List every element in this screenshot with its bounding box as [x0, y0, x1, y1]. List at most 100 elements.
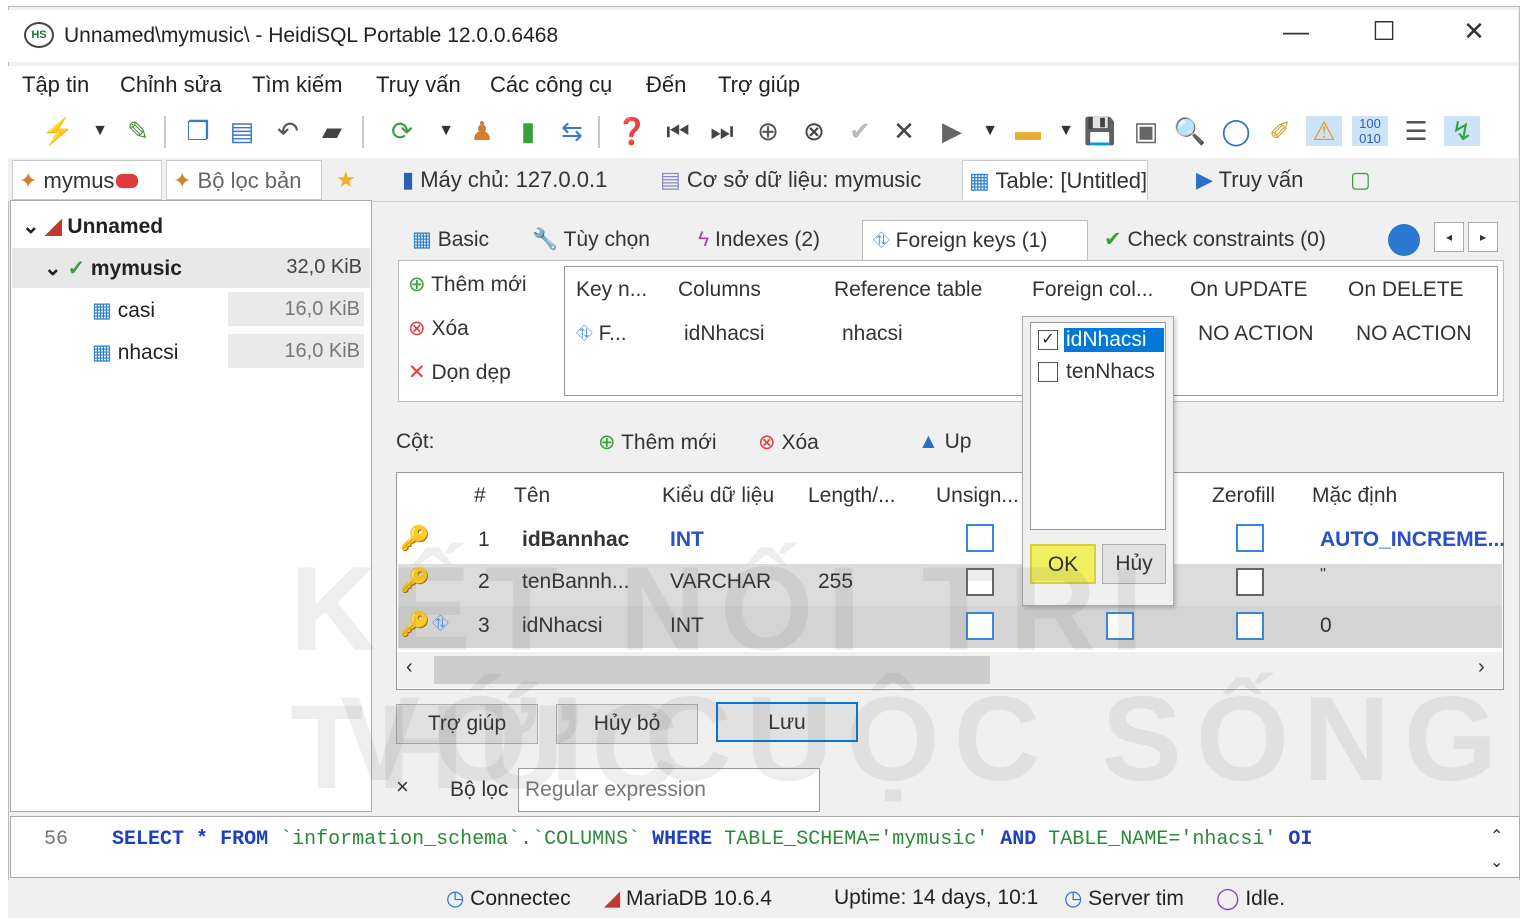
fk-delete-button[interactable]: ⊗ Xóa: [408, 316, 469, 341]
fk-header-on-delete[interactable]: On DELETE: [1348, 278, 1464, 302]
fk-clear-button[interactable]: ✕ Dọn dẹp: [408, 360, 511, 385]
tree-table-size: 16,0 KiB: [284, 298, 360, 320]
dropdown-icon[interactable]: ▼: [428, 116, 464, 146]
copy-icon[interactable]: ❐: [180, 116, 216, 146]
column-up-button[interactable]: ▲ Up: [918, 430, 971, 454]
remove-icon[interactable]: ⊗: [796, 116, 832, 146]
reconnect-icon[interactable]: ↯: [1444, 116, 1480, 146]
save-sql-icon[interactable]: ▣: [1128, 116, 1164, 146]
clear-icon[interactable]: ✐: [1262, 116, 1298, 146]
fk-add-button[interactable]: ⊕ Thêm mới: [408, 272, 527, 297]
fk-row-key[interactable]: ⛗ F...: [576, 322, 627, 346]
tab-table-filter[interactable]: ✦ Bộ lọc bản: [166, 160, 322, 200]
wrap-icon[interactable]: ☰: [1398, 116, 1434, 146]
menu-help[interactable]: Trợ giúp: [718, 72, 800, 98]
tree-db-mymusic[interactable]: ⌄ ✓ mymusic: [44, 256, 182, 281]
database-icon: ▤: [660, 167, 687, 192]
minimize-button[interactable]: —: [1276, 16, 1316, 47]
col-header-length[interactable]: Length/...: [808, 484, 896, 508]
connect-icon[interactable]: ⚡: [40, 116, 76, 146]
dropdown-icon[interactable]: ▼: [972, 116, 1008, 146]
fk-header-columns[interactable]: Columns: [678, 278, 761, 302]
subtab-check-constraints[interactable]: ✔ Check constraints (0): [1104, 220, 1326, 260]
subtab-foreign-keys[interactable]: ⛗ Foreign keys (1): [862, 220, 1088, 260]
tab-table[interactable]: ▦ Table: [Untitled]: [962, 160, 1149, 200]
fk-row-on-update[interactable]: NO ACTION: [1198, 322, 1314, 346]
help-icon[interactable]: ❓: [614, 116, 650, 146]
tab-scroll-right-icon[interactable]: ▸: [1468, 222, 1498, 252]
disconnect-icon[interactable]: ✎: [120, 116, 156, 146]
find-replace-icon[interactable]: ◯: [1218, 116, 1254, 146]
fk-row-on-delete[interactable]: NO ACTION: [1356, 322, 1472, 346]
fk-header-on-update[interactable]: On UPDATE: [1190, 278, 1307, 302]
menu-edit[interactable]: Chỉnh sửa: [120, 72, 222, 98]
users-icon[interactable]: ♟: [464, 116, 500, 146]
log-icon[interactable]: ⚠: [1306, 116, 1342, 146]
tree-table-casi[interactable]: ▦ casi: [92, 298, 155, 323]
tab-host[interactable]: ▮ Máy chủ: 127.0.0.1: [396, 160, 607, 200]
tab-database-tree[interactable]: ✦ mymus: [12, 160, 162, 200]
menu-file[interactable]: Tập tin: [22, 72, 89, 98]
apply-icon[interactable]: ✔: [842, 116, 878, 146]
menu-query[interactable]: Truy vấn: [376, 72, 461, 98]
subtab-indexes[interactable]: ϟ Indexes (2): [698, 220, 820, 260]
dropdown-icon[interactable]: ▼: [82, 116, 118, 146]
maximize-button[interactable]: ☐: [1364, 16, 1404, 47]
fk-header-reference[interactable]: Reference table: [834, 278, 982, 302]
close-button[interactable]: ✕: [1454, 16, 1494, 47]
column-delete-button[interactable]: ⊗ Xóa: [758, 430, 819, 455]
fk-header-key[interactable]: Key n...: [576, 278, 647, 302]
cancel-icon[interactable]: ✕: [886, 116, 922, 146]
tab-host-label: Máy chủ: 127.0.0.1: [420, 167, 608, 192]
import-icon[interactable]: ⇆: [554, 116, 590, 146]
folder-icon[interactable]: ▬: [1010, 116, 1046, 146]
col-header-unsigned[interactable]: Unsign...: [936, 484, 1019, 508]
menu-search[interactable]: Tìm kiếm: [252, 72, 342, 98]
col-header-num[interactable]: #: [474, 484, 486, 508]
menu-goto[interactable]: Đến: [646, 72, 686, 98]
option-idnhacsi[interactable]: idNhacsi: [1064, 328, 1164, 352]
fk-add-label: Thêm mới: [431, 273, 527, 296]
menu-tools[interactable]: Các công cụ: [490, 72, 612, 98]
new-query-tab-icon[interactable]: ▢: [1344, 160, 1371, 200]
last-icon[interactable]: ⏭: [704, 116, 740, 146]
close-tab-icon[interactable]: [116, 174, 139, 188]
export-icon[interactable]: ▮: [510, 116, 546, 146]
fk-row-reference[interactable]: nhacsi: [842, 322, 903, 346]
tree-root-unnamed[interactable]: ⌄ ◢ Unnamed: [22, 214, 163, 239]
subtab-basic[interactable]: ▦ Basic: [404, 220, 512, 260]
status-server-time-label: Server tim: [1088, 887, 1184, 910]
col-header-name[interactable]: Tên: [514, 484, 550, 508]
option-tennhacsi[interactable]: tenNhacs: [1066, 360, 1164, 384]
add-icon[interactable]: ⊕: [750, 116, 786, 146]
subtab-options[interactable]: 🔧 Tùy chọn: [526, 220, 650, 260]
dropdown-icon[interactable]: ▼: [1048, 116, 1084, 146]
tree-table-nhacsi[interactable]: ▦ nhacsi: [92, 340, 178, 365]
favorite-star-icon[interactable]: ★: [330, 160, 356, 200]
run-icon[interactable]: ▶: [934, 116, 970, 146]
find-icon[interactable]: 🔍: [1172, 116, 1208, 146]
binary-icon[interactable]: 100 010: [1352, 116, 1388, 146]
sql-statement[interactable]: SELECT * FROM `information_schema`.`COLU…: [112, 828, 1482, 851]
print-icon[interactable]: ▰: [314, 116, 350, 146]
refresh-icon[interactable]: ⟳: [384, 116, 420, 146]
tab-scroll-left-icon[interactable]: ◂: [1434, 222, 1464, 252]
col-header-default[interactable]: Mặc định: [1312, 484, 1397, 508]
paste-icon[interactable]: ▤: [224, 116, 260, 146]
save-icon[interactable]: 💾: [1082, 116, 1118, 146]
undo-icon[interactable]: ↶: [270, 116, 306, 146]
globe-icon[interactable]: [1388, 224, 1420, 256]
database-check-icon: ✓: [67, 257, 91, 280]
tab-database[interactable]: ▤ Cơ sở dữ liệu: mymusic: [654, 160, 921, 200]
scroll-down-icon[interactable]: ⌄: [1490, 852, 1503, 872]
col-header-zerofill[interactable]: Zerofill: [1212, 484, 1275, 508]
option-checkbox[interactable]: [1038, 362, 1058, 382]
fk-header-foreign-col[interactable]: Foreign col...: [1032, 278, 1153, 302]
tab-query[interactable]: ▶ Truy vấn: [1190, 160, 1303, 200]
scroll-up-icon[interactable]: ⌃: [1490, 826, 1503, 846]
fk-row-columns[interactable]: idNhacsi: [684, 322, 765, 346]
column-add-button[interactable]: ⊕ Thêm mới: [598, 430, 717, 455]
first-icon[interactable]: ⏮: [660, 116, 696, 146]
col-header-type[interactable]: Kiểu dữ liệu: [662, 484, 774, 508]
option-checkbox-checked[interactable]: ✓: [1038, 330, 1058, 350]
